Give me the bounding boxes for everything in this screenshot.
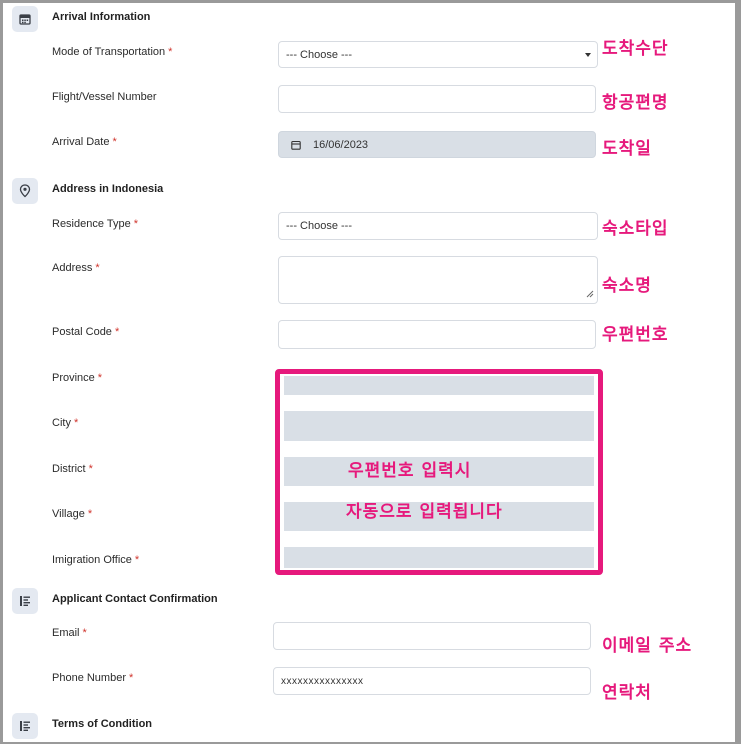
calendar-icon — [12, 6, 38, 32]
label-mode-of-transportation: Mode of Transportation * — [52, 46, 173, 58]
calendar-icon — [291, 140, 301, 150]
label-address: Address * — [52, 262, 100, 274]
flight-vessel-number-input[interactable] — [278, 85, 596, 113]
label-province: Province * — [52, 372, 103, 384]
list-icon — [12, 588, 38, 614]
residence-type-select[interactable]: --- Choose --- — [278, 212, 598, 240]
annotation-arrival-date: 도착일 — [602, 139, 652, 159]
annotation-flight: 항공편명 — [602, 93, 669, 113]
label-postal-code: Postal Code * — [52, 326, 120, 338]
email-input[interactable] — [273, 622, 591, 650]
chevron-down-icon — [585, 52, 591, 57]
resize-handle-icon[interactable] — [586, 289, 594, 301]
annotation-postal: 우편번호 — [602, 325, 669, 345]
label-email: Email * — [52, 627, 87, 639]
annotation-auto-line1: 우편번호 입력시 — [348, 461, 472, 481]
arrival-date-input[interactable]: 16/06/2023 — [278, 131, 596, 158]
annotation-auto-line2: 자동으로 입력됩니다 — [346, 502, 503, 522]
label-city: City * — [52, 417, 79, 429]
section-title-address: Address in Indonesia — [52, 183, 164, 195]
label-immigration-office: Imigration Office * — [52, 554, 140, 566]
phone-number-input[interactable]: xxxxxxxxxxxxxxx — [273, 667, 591, 695]
label-flight-vessel-number: Flight/Vessel Number — [52, 91, 157, 103]
annotation-transport: 도착수단 — [602, 39, 669, 59]
location-pin-icon — [12, 178, 38, 204]
postal-code-input[interactable] — [278, 320, 596, 349]
label-phone-number: Phone Number * — [52, 672, 134, 684]
annotation-email: 이메일 주소 — [602, 636, 693, 656]
label-arrival-date: Arrival Date * — [52, 136, 117, 148]
annotation-phone: 연락처 — [602, 683, 652, 703]
label-district: District * — [52, 463, 93, 475]
annotation-residence: 숙소타입 — [602, 219, 669, 239]
annotation-address: 숙소명 — [602, 276, 652, 296]
address-textarea[interactable] — [278, 256, 598, 304]
section-title-arrival: Arrival Information — [52, 11, 151, 23]
label-village: Village * — [52, 508, 93, 520]
section-title-terms: Terms of Condition — [52, 718, 153, 730]
mode-of-transportation-select[interactable]: --- Choose --- — [278, 41, 598, 68]
label-residence-type: Residence Type * — [52, 218, 138, 230]
section-title-contact: Applicant Contact Confirmation — [52, 593, 218, 605]
list-icon — [12, 713, 38, 739]
